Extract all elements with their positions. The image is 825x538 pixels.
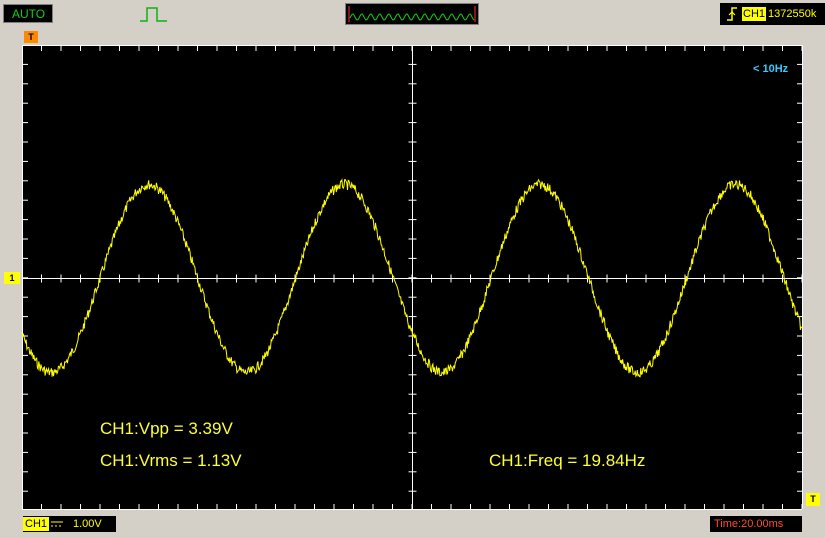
overview-trace	[348, 6, 476, 22]
channel1-ground-marker[interactable]: 1	[4, 272, 20, 284]
measurement-vrms: CH1:Vrms = 1.13V	[100, 451, 242, 470]
scope-display[interactable]: < 10Hz CH1:Vpp = 3.39V CH1:Vrms = 1.13V …	[22, 45, 803, 510]
trigger-position-marker[interactable]: T	[24, 31, 38, 43]
dc-coupling-icon	[51, 521, 63, 527]
channel1-settings[interactable]: CH1 1.00V	[23, 516, 116, 532]
trigger-level-marker[interactable]: T	[806, 493, 820, 506]
graticule	[22, 45, 803, 510]
pulse-trigger-icon[interactable]	[139, 5, 169, 23]
trigger-value: 1372550k	[768, 8, 817, 20]
measurement-freq: CH1:Freq = 19.84Hz	[489, 451, 646, 470]
frequency-flag: < 10Hz	[753, 63, 789, 75]
status-bar: CH1 1.00V Time:20.00ms	[0, 512, 825, 538]
top-toolbar: AUTO CH1 1372550k	[0, 0, 825, 28]
waveform-overview[interactable]	[345, 3, 479, 25]
volts-per-div: 1.00V	[73, 518, 102, 530]
channel-label: CH1	[23, 517, 50, 531]
rising-edge-icon	[727, 7, 737, 21]
trigger-channel: CH1	[742, 7, 767, 21]
measurement-vpp: CH1:Vpp = 3.39V	[100, 419, 233, 438]
trigger-panel[interactable]: CH1 1372550k	[720, 3, 825, 25]
acquisition-mode[interactable]: AUTO	[3, 4, 53, 23]
timebase-readout[interactable]: Time:20.00ms	[710, 516, 802, 532]
